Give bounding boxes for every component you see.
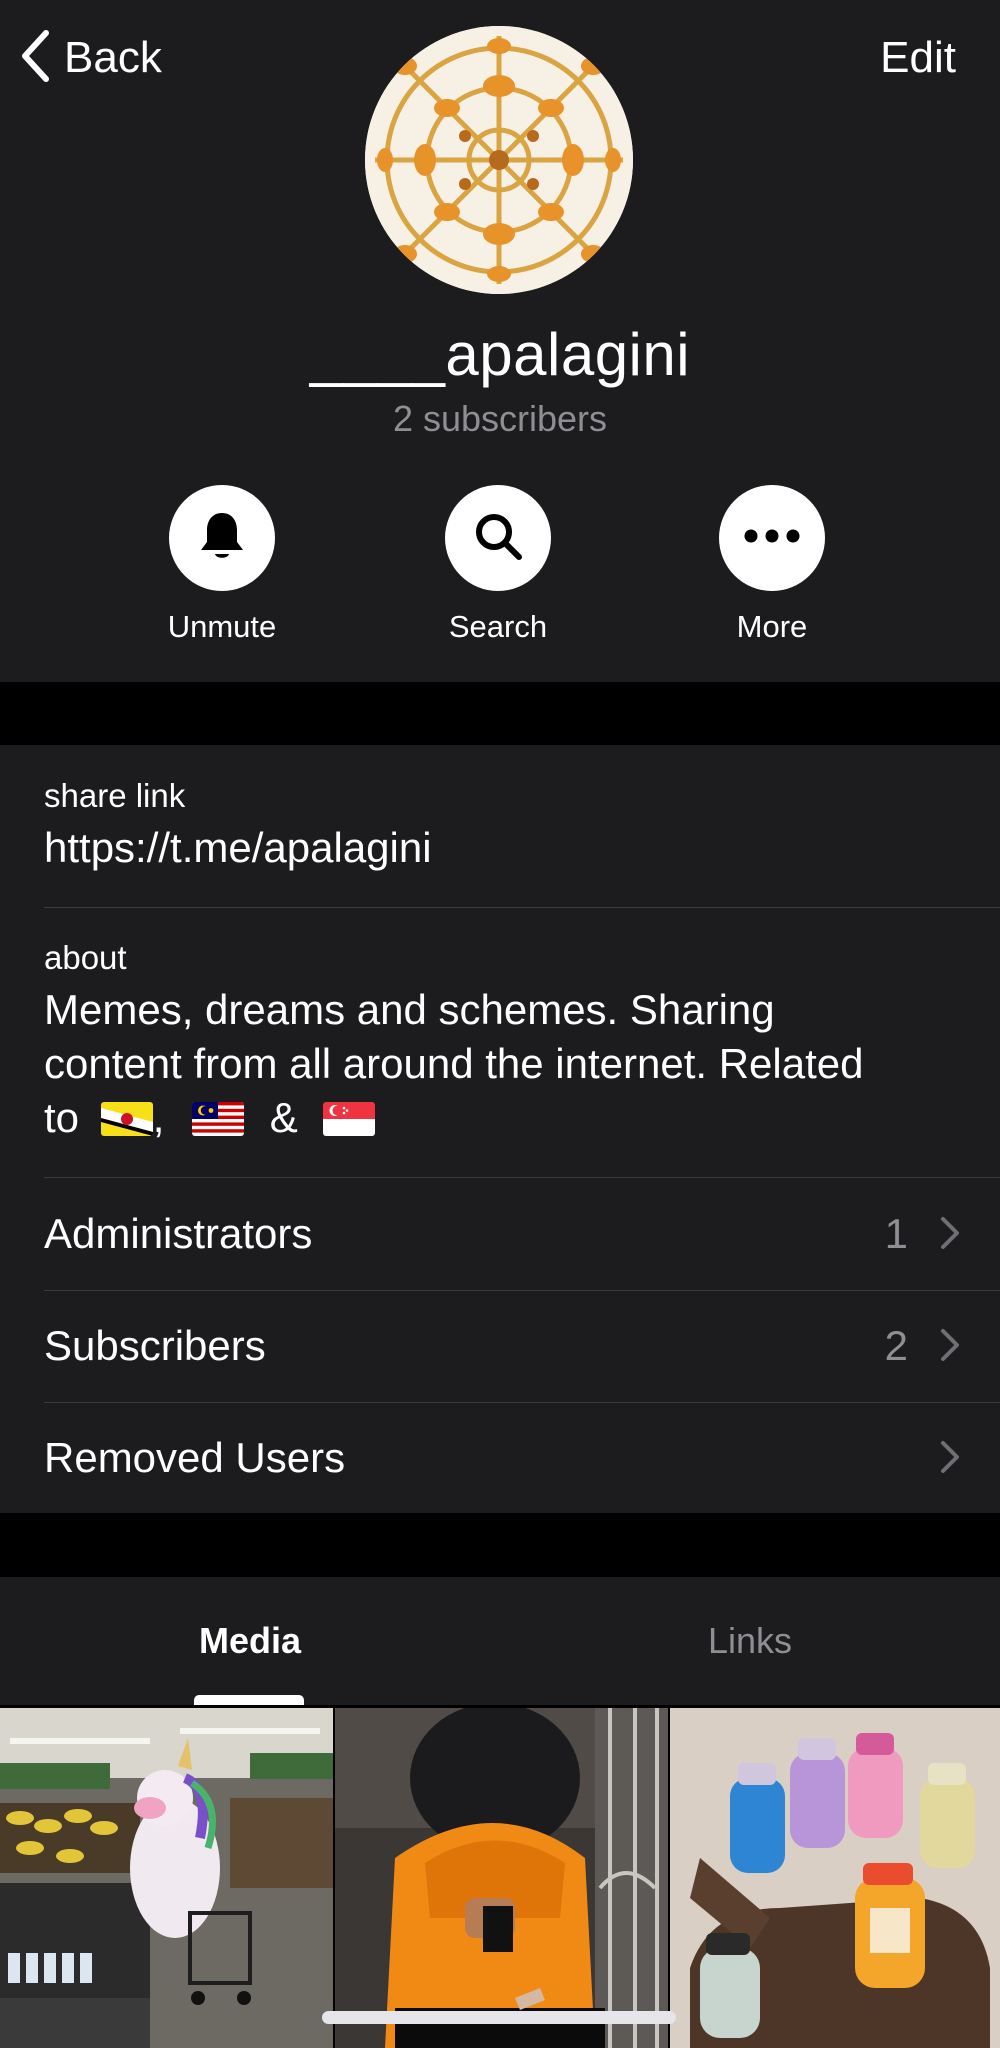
removed-users-row[interactable]: Removed Users xyxy=(0,1402,1000,1514)
channel-header: Back Edit ____apalagini 2 subscribers Un… xyxy=(0,0,1000,682)
row-count: 2 xyxy=(884,1322,908,1369)
back-label: Back xyxy=(64,33,162,82)
share-link-value[interactable]: https://t.me/apalagini xyxy=(44,821,1000,875)
section-separator xyxy=(0,682,1000,745)
tab-media[interactable]: Media xyxy=(0,1577,500,1705)
row-title: Administrators xyxy=(44,1210,313,1257)
administrators-row[interactable]: Administrators 1 xyxy=(0,1178,1000,1290)
subscribers-row[interactable]: Subscribers 2 xyxy=(0,1290,1000,1402)
about-block: about Memes, dreams and schemes. Sharing… xyxy=(44,939,1000,1145)
channel-info-section: share link https://t.me/apalagini about … xyxy=(0,745,1000,1513)
search-icon xyxy=(472,510,524,567)
edit-button[interactable]: Edit xyxy=(880,28,956,88)
about-line: to , & xyxy=(44,1091,1000,1145)
sanitizer-glove-thumbnail[interactable] xyxy=(670,1708,1000,2048)
about-text-fragment: & xyxy=(269,1094,298,1141)
about-line: Memes, dreams and schemes. Sharing xyxy=(44,986,775,1033)
about-caption: about xyxy=(44,939,127,976)
share-link-caption: share link xyxy=(44,777,186,814)
chevron-right-icon xyxy=(940,1440,960,1479)
unmute-button[interactable]: Unmute xyxy=(122,485,322,645)
subscriber-count: 2 subscribers xyxy=(392,398,608,439)
unmute-label: Unmute xyxy=(167,609,277,644)
media-grid xyxy=(0,1708,1000,2048)
about-line: content from all around the internet. Re… xyxy=(44,1040,864,1087)
about-text: Memes, dreams and schemes. Sharing conte… xyxy=(44,983,1000,1145)
channel-avatar[interactable] xyxy=(365,26,633,294)
more-button[interactable]: More xyxy=(672,485,872,645)
home-indicator xyxy=(322,2011,676,2024)
active-tab-indicator xyxy=(194,1695,304,1705)
chevron-right-icon xyxy=(940,1216,960,1255)
malaysia-flag-icon xyxy=(192,1102,245,1136)
more-icon xyxy=(744,529,800,548)
singapore-flag-icon xyxy=(323,1102,376,1136)
supermarket-unicorn-thumbnail[interactable] xyxy=(0,1708,333,2048)
back-button[interactable]: Back xyxy=(20,28,162,88)
more-label: More xyxy=(736,609,808,644)
search-button[interactable]: Search xyxy=(398,485,598,645)
section-separator xyxy=(0,1513,1000,1577)
search-label: Search xyxy=(448,609,548,644)
tab-links[interactable]: Links xyxy=(500,1577,1000,1705)
orange-jacket-person-thumbnail[interactable] xyxy=(335,1708,668,2048)
chevron-right-icon xyxy=(940,1328,960,1367)
media-tabs: Media Links xyxy=(0,1577,1000,1705)
brunei-flag-icon xyxy=(100,1102,153,1136)
divider xyxy=(44,907,1000,908)
channel-name: ____apalagini xyxy=(309,321,691,388)
about-text-fragment: to xyxy=(44,1094,80,1141)
row-title: Subscribers xyxy=(44,1322,266,1369)
row-count: 1 xyxy=(884,1210,908,1257)
action-buttons: Unmute Search More xyxy=(0,485,1000,655)
bell-icon xyxy=(197,509,247,568)
chevron-left-icon xyxy=(20,29,50,88)
about-text-fragment: , xyxy=(152,1094,165,1141)
row-title: Removed Users xyxy=(44,1434,346,1481)
share-link-block[interactable]: share link https://t.me/apalagini xyxy=(44,777,1000,875)
